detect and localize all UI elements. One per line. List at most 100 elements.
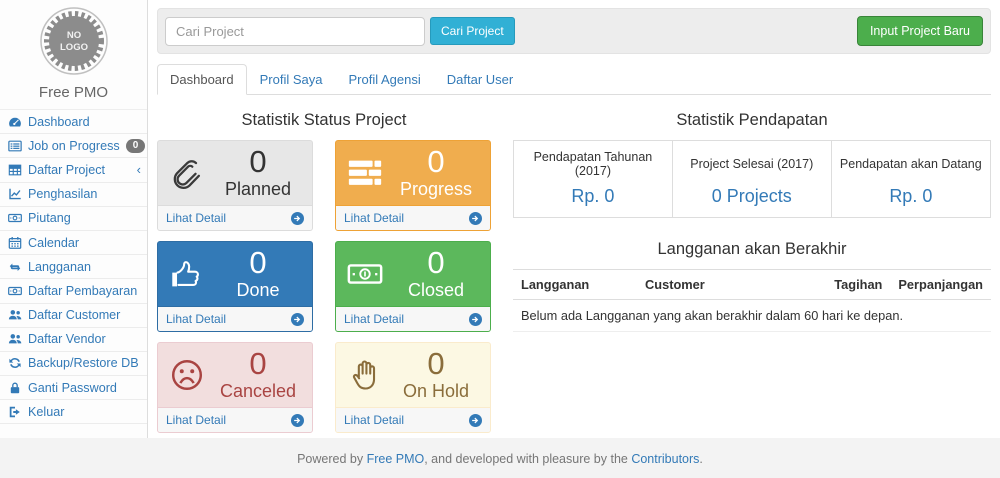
page-footer: Powered by Free PMO, and developed with … [0, 438, 1000, 478]
on-hold-detail-link[interactable]: Lihat Detail [336, 407, 490, 432]
thumbs-up-icon [168, 255, 214, 293]
done-count: 0 [214, 247, 302, 280]
closed-detail-link[interactable]: Lihat Detail [336, 306, 490, 331]
income-header-cell: Pendapatan akan Datang [831, 141, 990, 183]
tab-bar: Dashboard Profil Saya Profil Agensi Daft… [157, 64, 991, 95]
status-card-planned: 0 Planned Lihat Detail [157, 140, 313, 231]
arrow-circle-right-icon [469, 212, 482, 225]
canceled-detail-link[interactable]: Lihat Detail [158, 407, 312, 432]
tab-profil-saya[interactable]: Profil Saya [247, 64, 336, 95]
users-icon [8, 308, 22, 322]
arrow-circle-right-icon [291, 313, 304, 326]
app-window: NO LOGO Free PMO Dashboard Job on Progre… [0, 0, 1000, 438]
income-section-title: Statistik Pendapatan [513, 111, 991, 130]
empty-subscriptions-message: Belum ada Langganan yang akan berakhir d… [513, 300, 991, 332]
sign-out-icon [8, 405, 22, 419]
sidebar-item-label: Job on Progress [28, 139, 120, 153]
tab-daftar-user[interactable]: Daftar User [434, 64, 526, 95]
column-header: Perpanjangan [890, 270, 991, 300]
search-button[interactable]: Cari Project [430, 17, 515, 45]
users-icon [8, 332, 22, 346]
sidebar-item-label: Daftar Pembayaran [28, 284, 137, 298]
chevron-left-icon: ‹ [137, 162, 141, 177]
table-icon [8, 163, 22, 177]
done-detail-link[interactable]: Lihat Detail [158, 306, 312, 331]
planned-label: Planned [214, 179, 302, 200]
footer-text: . [699, 452, 702, 466]
tab-dashboard[interactable]: Dashboard [157, 64, 247, 95]
lock-icon [8, 381, 22, 395]
sidebar-item-daftar-pembayaran[interactable]: Daftar Pembayaran [0, 279, 147, 303]
income-header-cell: Pendapatan Tahunan (2017) [514, 141, 673, 183]
on-hold-label: On Hold [392, 381, 480, 402]
status-section-title: Statistik Status Project [157, 111, 491, 130]
sidebar-item-ganti-password[interactable]: Ganti Password [0, 376, 147, 400]
footer-text: , and developed with pleasure by the [424, 452, 631, 466]
logo-area: NO LOGO Free PMO [0, 0, 147, 109]
dashboard-icon [8, 115, 22, 129]
search-input[interactable] [165, 17, 425, 46]
sidebar-item-daftar-vendor[interactable]: Daftar Vendor [0, 328, 147, 352]
planned-count: 0 [214, 146, 302, 179]
sidebar-item-label: Backup/Restore DB [28, 356, 139, 370]
arrow-circle-right-icon [469, 414, 482, 427]
arrow-circle-right-icon [291, 212, 304, 225]
sidebar-item-dashboard[interactable]: Dashboard [0, 110, 147, 134]
closed-count: 0 [392, 247, 480, 280]
sidebar-item-daftar-customer[interactable]: Daftar Customer [0, 304, 147, 328]
sidebar-item-label: Keluar [28, 405, 64, 419]
free-pmo-link[interactable]: Free PMO [367, 452, 425, 466]
income-value-cell: Rp. 0 [831, 182, 990, 218]
table-row: Belum ada Langganan yang akan berakhir d… [513, 300, 991, 332]
contributors-link[interactable]: Contributors [631, 452, 699, 466]
sidebar-item-calendar[interactable]: Calendar [0, 231, 147, 255]
status-card-canceled: 0 Canceled Lihat Detail [157, 342, 313, 433]
sidebar-item-piutang[interactable]: Piutang [0, 207, 147, 231]
canceled-count: 0 [214, 348, 302, 381]
canceled-label: Canceled [214, 381, 302, 402]
money-icon [8, 211, 22, 225]
sidebar-item-label: Calendar [28, 236, 79, 250]
arrow-circle-right-icon [469, 313, 482, 326]
tab-profil-agensi[interactable]: Profil Agensi [335, 64, 433, 95]
sidebar-item-daftar-project[interactable]: Daftar Project ‹ [0, 158, 147, 182]
no-logo-seal-icon: NO LOGO [38, 5, 110, 77]
tasks-icon [346, 154, 392, 192]
main-content: Cari Project Input Project Baru Dashboar… [148, 0, 1000, 438]
column-header: Tagihan [824, 270, 891, 300]
progress-detail-link[interactable]: Lihat Detail [336, 205, 490, 230]
status-card-on-hold: 0 On Hold Lihat Detail [335, 342, 491, 433]
sidebar-item-label: Daftar Customer [28, 308, 120, 322]
subscription-section-title: Langganan akan Berakhir [513, 240, 991, 259]
status-card-progress: 0 Progress Lihat Detail [335, 140, 491, 231]
planned-detail-link[interactable]: Lihat Detail [158, 205, 312, 230]
sidebar-item-label: Daftar Vendor [28, 332, 106, 346]
sidebar-item-job-on-progress[interactable]: Job on Progress 0 [0, 134, 147, 158]
on-hold-count: 0 [392, 348, 480, 381]
refresh-icon [8, 356, 22, 370]
sidebar-item-label: Dashboard [28, 115, 90, 129]
job-count-badge: 0 [126, 139, 146, 153]
column-header: Customer [637, 270, 824, 300]
chart-line-icon [8, 187, 22, 201]
new-project-button[interactable]: Input Project Baru [857, 16, 983, 46]
progress-count: 0 [392, 146, 480, 179]
subscription-table: Langganan Customer Tagihan Perpanjangan … [513, 269, 991, 332]
done-label: Done [214, 280, 302, 301]
retweet-icon [8, 260, 22, 274]
money-icon [8, 284, 22, 298]
sidebar-item-penghasilan[interactable]: Penghasilan [0, 183, 147, 207]
hand-paper-icon [346, 356, 392, 394]
money-icon [346, 255, 392, 293]
sidebar-item-backup-restore-db[interactable]: Backup/Restore DB [0, 352, 147, 376]
arrow-circle-right-icon [291, 414, 304, 427]
income-stats-table: Pendapatan Tahunan (2017) Project Selesa… [513, 140, 991, 218]
footer-text: Powered by [297, 452, 366, 466]
svg-text:NO: NO [66, 30, 80, 41]
status-section: Statistik Status Project 0 Planned [157, 97, 491, 433]
sidebar-item-keluar[interactable]: Keluar [0, 400, 147, 424]
frown-icon [168, 356, 214, 394]
paperclip-icon [168, 154, 214, 192]
status-cards-grid: 0 Planned Lihat Detail [157, 140, 491, 433]
sidebar-item-langganan[interactable]: Langganan [0, 255, 147, 279]
